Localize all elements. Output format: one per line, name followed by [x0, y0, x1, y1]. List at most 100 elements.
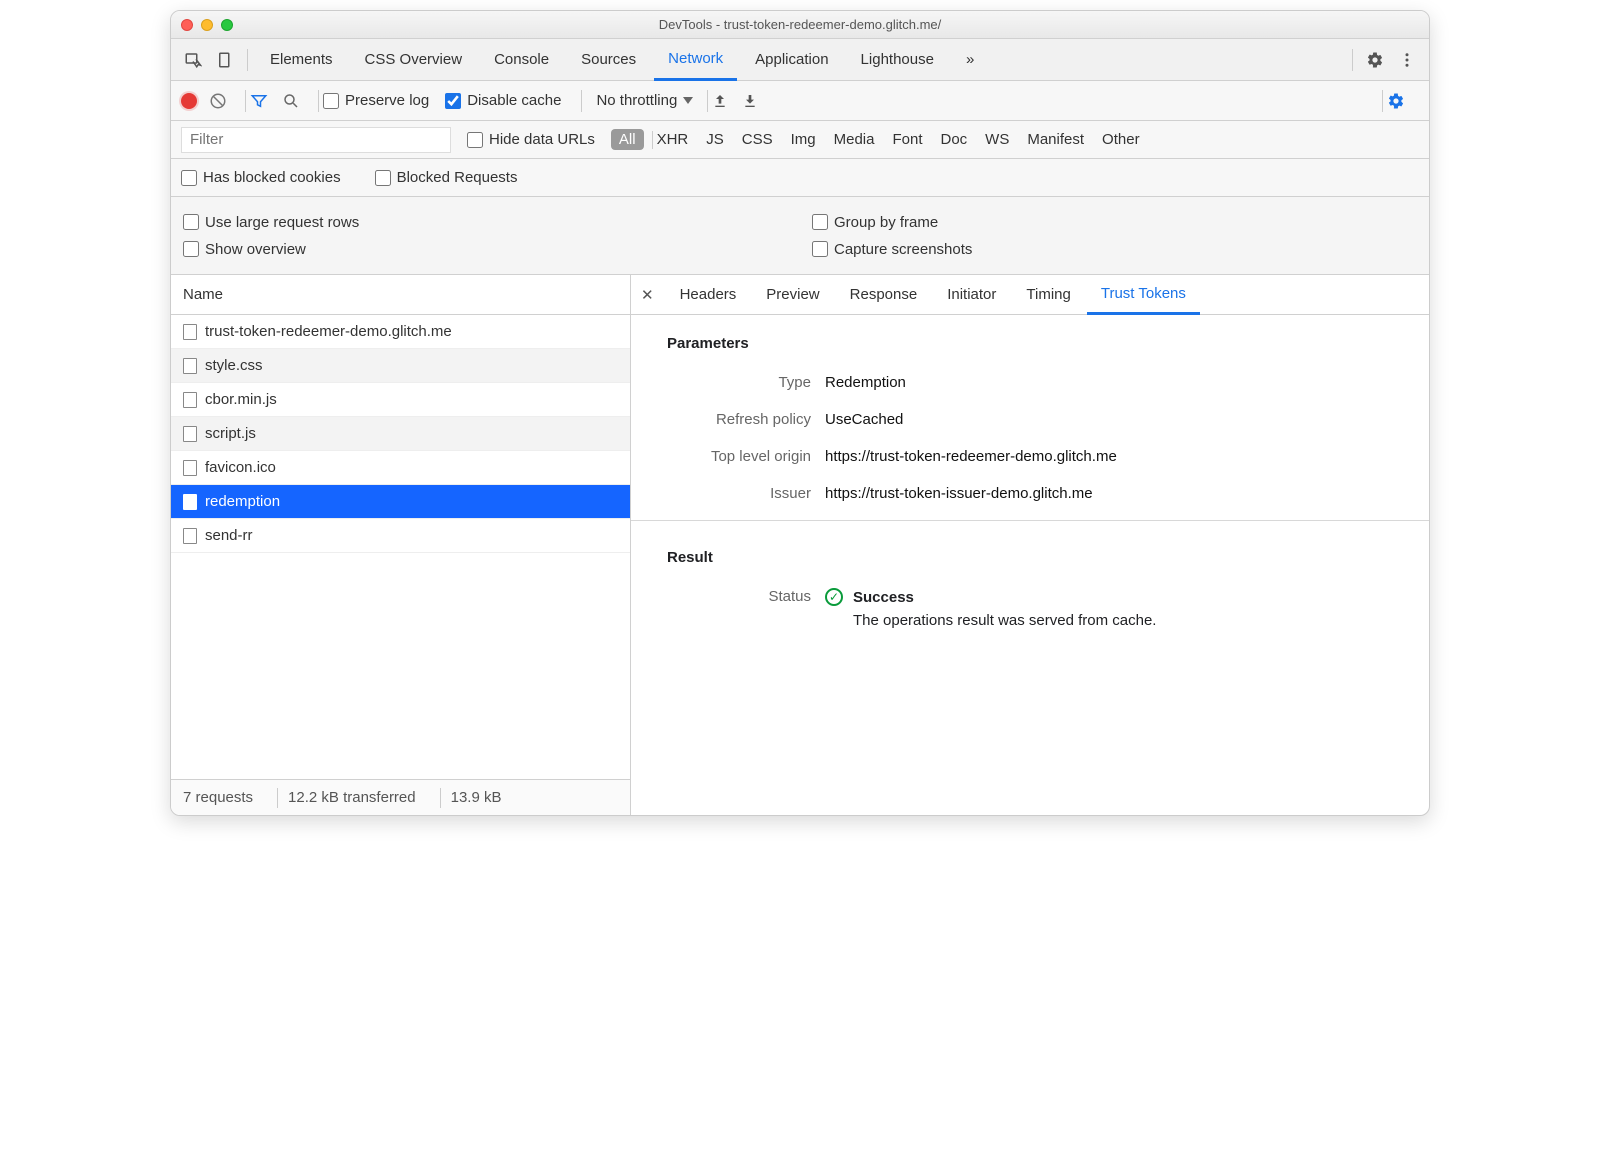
resources-size: 13.9 kB: [451, 789, 516, 806]
request-name: script.js: [205, 425, 256, 442]
file-icon: [183, 324, 197, 340]
value-issuer: https://trust-token-issuer-demo.glitch.m…: [825, 485, 1093, 502]
file-icon: [183, 426, 197, 442]
request-row[interactable]: style.css: [171, 349, 630, 383]
tab-css-overview[interactable]: CSS Overview: [351, 39, 477, 81]
blocked-requests-checkbox[interactable]: Blocked Requests: [375, 169, 518, 186]
kebab-menu-icon[interactable]: [1393, 46, 1421, 74]
file-icon: [183, 528, 197, 544]
detail-tab-headers[interactable]: Headers: [666, 275, 751, 315]
request-name: cbor.min.js: [205, 391, 277, 408]
label-type: Type: [667, 374, 811, 391]
requests-count: 7 requests: [183, 789, 267, 806]
tab-lighthouse[interactable]: Lighthouse: [847, 39, 948, 81]
filter-bar: Hide data URLs All XHR JS CSS Img Media …: [171, 121, 1429, 159]
success-check-icon: ✓: [825, 588, 843, 606]
devtools-window: DevTools - trust-token-redeemer-demo.gli…: [170, 10, 1430, 816]
column-header-name[interactable]: Name: [171, 275, 630, 315]
filter-media[interactable]: Media: [834, 131, 875, 148]
chevron-down-icon: [683, 97, 693, 104]
detail-tab-preview[interactable]: Preview: [752, 275, 833, 315]
filter-ws[interactable]: WS: [985, 131, 1009, 148]
hide-data-urls-checkbox[interactable]: Hide data URLs: [467, 131, 595, 148]
filter-input[interactable]: [181, 127, 451, 153]
filter-font[interactable]: Font: [892, 131, 922, 148]
filter-icon[interactable]: [250, 92, 268, 110]
window-close-icon[interactable]: [181, 19, 193, 31]
tab-console[interactable]: Console: [480, 39, 563, 81]
filter-manifest[interactable]: Manifest: [1027, 131, 1084, 148]
main-tabbar: Elements CSS Overview Console Sources Ne…: [171, 39, 1429, 81]
tab-sources[interactable]: Sources: [567, 39, 650, 81]
transferred-size: 12.2 kB transferred: [288, 789, 430, 806]
value-type: Redemption: [825, 374, 906, 391]
filter-img[interactable]: Img: [791, 131, 816, 148]
request-row[interactable]: redemption: [171, 485, 630, 519]
tabs-overflow[interactable]: »: [952, 39, 988, 81]
record-icon[interactable]: [181, 93, 197, 109]
network-toolbar: Preserve log Disable cache No throttling: [171, 81, 1429, 121]
group-by-frame-checkbox[interactable]: Group by frame: [812, 214, 1401, 231]
close-icon[interactable]: ✕: [641, 286, 654, 304]
result-heading: Result: [631, 529, 1429, 578]
throttling-select[interactable]: No throttling: [596, 92, 693, 109]
request-row[interactable]: trust-token-redeemer-demo.glitch.me: [171, 315, 630, 349]
label-refresh-policy: Refresh policy: [667, 411, 811, 428]
gear-icon[interactable]: [1361, 46, 1389, 74]
parameters-heading: Parameters: [631, 315, 1429, 364]
filter-doc[interactable]: Doc: [940, 131, 967, 148]
preserve-log-checkbox[interactable]: Preserve log: [323, 92, 429, 109]
show-overview-checkbox[interactable]: Show overview: [183, 241, 772, 258]
device-toggle-icon[interactable]: [211, 46, 239, 74]
filter-css[interactable]: CSS: [742, 131, 773, 148]
disable-cache-checkbox[interactable]: Disable cache: [445, 92, 561, 109]
label-issuer: Issuer: [667, 485, 811, 502]
inspect-icon[interactable]: [179, 46, 207, 74]
label-status: Status: [667, 588, 811, 629]
detail-tab-response[interactable]: Response: [836, 275, 932, 315]
file-icon: [183, 460, 197, 476]
tab-network[interactable]: Network: [654, 39, 737, 81]
large-rows-checkbox[interactable]: Use large request rows: [183, 214, 772, 231]
file-icon: [183, 494, 197, 510]
label-top-level-origin: Top level origin: [667, 448, 811, 465]
filter-js[interactable]: JS: [706, 131, 724, 148]
tab-elements[interactable]: Elements: [256, 39, 347, 81]
request-row[interactable]: send-rr: [171, 519, 630, 553]
view-options: Use large request rows Show overview Gro…: [171, 197, 1429, 275]
download-icon[interactable]: [742, 93, 758, 109]
capture-screenshots-checkbox[interactable]: Capture screenshots: [812, 241, 1401, 258]
titlebar: DevTools - trust-token-redeemer-demo.gli…: [171, 11, 1429, 39]
upload-icon[interactable]: [712, 93, 728, 109]
file-icon: [183, 392, 197, 408]
tab-application[interactable]: Application: [741, 39, 842, 81]
request-name: trust-token-redeemer-demo.glitch.me: [205, 323, 452, 340]
value-refresh-policy: UseCached: [825, 411, 903, 428]
status-bar: 7 requests 12.2 kB transferred 13.9 kB: [171, 779, 630, 815]
request-name: send-rr: [205, 527, 253, 544]
detail-tab-timing[interactable]: Timing: [1012, 275, 1084, 315]
detail-tab-initiator[interactable]: Initiator: [933, 275, 1010, 315]
has-blocked-cookies-checkbox[interactable]: Has blocked cookies: [181, 169, 341, 186]
request-row[interactable]: favicon.ico: [171, 451, 630, 485]
request-row[interactable]: cbor.min.js: [171, 383, 630, 417]
clear-icon[interactable]: [209, 92, 227, 110]
window-minimize-icon[interactable]: [201, 19, 213, 31]
detail-panel: ✕ Headers Preview Response Initiator Tim…: [631, 275, 1429, 815]
value-top-level-origin: https://trust-token-redeemer-demo.glitch…: [825, 448, 1117, 465]
search-icon[interactable]: [282, 92, 300, 110]
value-status: Success: [853, 589, 914, 606]
request-name: redemption: [205, 493, 280, 510]
divider: [247, 49, 248, 71]
filter-xhr[interactable]: XHR: [657, 131, 689, 148]
request-row[interactable]: script.js: [171, 417, 630, 451]
detail-tab-trust-tokens[interactable]: Trust Tokens: [1087, 275, 1200, 315]
window-zoom-icon[interactable]: [221, 19, 233, 31]
request-name: favicon.ico: [205, 459, 276, 476]
request-name: style.css: [205, 357, 263, 374]
filter-other[interactable]: Other: [1102, 131, 1140, 148]
network-settings-gear-icon[interactable]: [1387, 92, 1405, 110]
window-title: DevTools - trust-token-redeemer-demo.gli…: [181, 17, 1419, 32]
filter-all[interactable]: All: [611, 129, 644, 150]
request-list-panel: Name trust-token-redeemer-demo.glitch.me…: [171, 275, 631, 815]
